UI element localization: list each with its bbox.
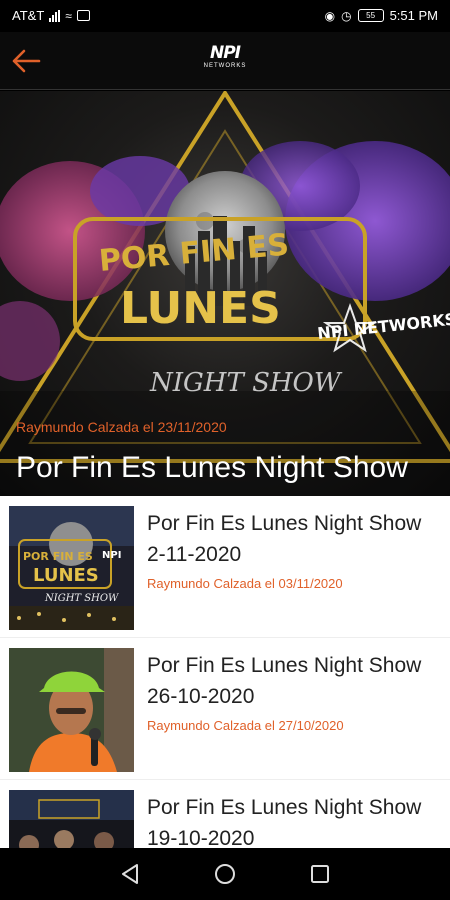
app-bar: NPI NETWORKS [0,32,450,90]
carrier-label: AT&T [12,8,45,23]
post-item[interactable]: POR FIN ES LUNES NIGHT SHOW NPI Por Fin … [0,496,450,638]
thumb-text-lunes: LUNES [33,565,99,586]
hero-image-text-npi: NPI NETWORKS [316,310,450,343]
featured-slider[interactable]: POR FIN ES LUNES NIGHT SHOW NPI NETWORKS… [0,91,450,496]
circle-home-icon[interactable] [212,862,238,886]
post-thumbnail [9,648,134,772]
status-bar: AT&T ≈ ◉ ◷ 55 5:51 PM [0,0,450,32]
thumb-text-npi: NPI [102,550,121,561]
status-left: AT&T ≈ [12,8,90,23]
logo-sub-text: NETWORKS [203,63,247,69]
post-title[interactable]: Por Fin Es Lunes Night Show 2-11-2020 [147,508,437,570]
post-item[interactable]: Por Fin Es Lunes Night Show 19-10-2020 [0,780,450,848]
hero-image-text-lunes: LUNES [120,283,281,334]
app-logo: NPI NETWORKS [197,42,253,82]
cast-icon [76,10,90,21]
battery-icon: 55 [357,9,384,22]
post-thumbnail [9,790,134,848]
alarm-icon: ◷ [341,8,352,23]
status-right: ◉ ◷ 55 5:51 PM [325,8,438,23]
hero-title[interactable]: Por Fin Es Lunes Night Show 23-11-2020 [16,447,436,496]
eye-icon: ◉ [324,8,336,23]
post-list[interactable]: POR FIN ES LUNES NIGHT SHOW NPI Por Fin … [0,496,450,848]
post-title[interactable]: Por Fin Es Lunes Night Show 26-10-2020 [147,650,437,712]
arrow-left-icon[interactable] [10,46,42,76]
logo-main-text: NPI [209,43,241,63]
post-meta: Raymundo Calzada el 03/11/2020 [147,576,343,591]
post-meta: Raymundo Calzada el 27/10/2020 [147,718,344,733]
hero-author-date: Raymundo Calzada el 23/11/2020 [16,419,227,435]
thumb-text-porfines: POR FIN ES [23,550,93,563]
post-title[interactable]: Por Fin Es Lunes Night Show 19-10-2020 [147,792,437,848]
clock: 5:51 PM [389,8,438,23]
post-item[interactable]: Por Fin Es Lunes Night Show 26-10-2020 R… [0,638,450,780]
system-navigation-bar [0,848,450,900]
post-thumbnail: POR FIN ES LUNES NIGHT SHOW NPI [9,506,134,630]
wifi-icon: ≈ [65,8,72,23]
battery-level: 55 [366,11,376,20]
square-recents-icon[interactable] [307,862,333,886]
triangle-back-icon[interactable] [117,862,143,886]
featured-image: POR FIN ES LUNES NIGHT SHOW NPI NETWORKS [0,91,450,496]
signal-icon [49,9,61,22]
thumb-text-nightshow: NIGHT SHOW [44,593,119,604]
